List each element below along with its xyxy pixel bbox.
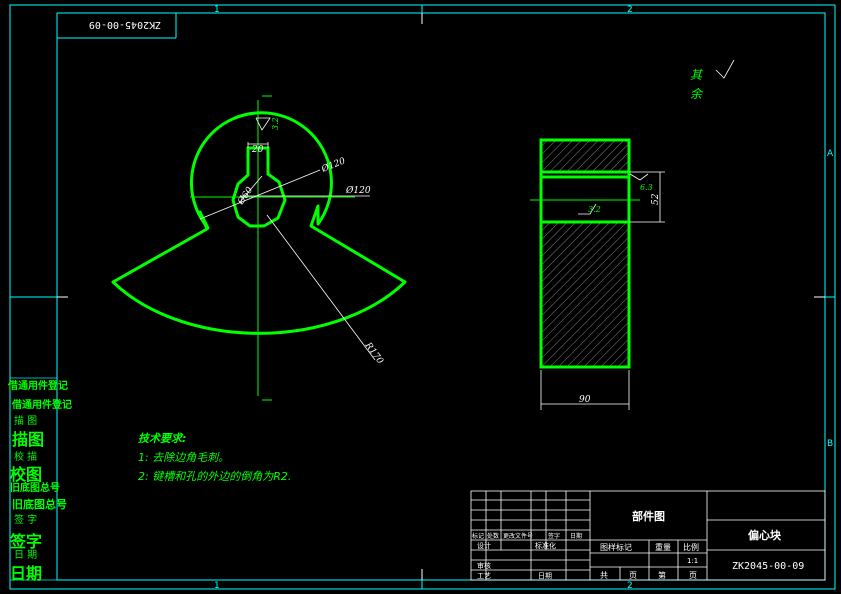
change-header-mark: 标记	[472, 532, 484, 540]
change-header-sign: 签字	[548, 532, 560, 540]
dim-key-height: 52	[651, 193, 661, 205]
drawing-number-label: ZK2045-00-09	[732, 561, 804, 572]
header-scale: 比例	[683, 542, 699, 552]
scale-value: 1:1	[687, 557, 698, 565]
sheet-total-label: 共	[600, 571, 608, 580]
zone-right-a: A	[827, 149, 834, 159]
zone-bottom-2: 2	[627, 581, 633, 591]
part-type-label: 部件图	[632, 509, 665, 523]
stamp-item-0: 借通用件登记	[7, 379, 68, 392]
role-standard: 标准化	[535, 541, 556, 550]
stamp-item-3: 描图	[12, 430, 44, 449]
stamp-item-10: 日 期	[14, 549, 37, 561]
header-sample-mark: 图样标记	[600, 542, 632, 552]
role-process: 工艺	[477, 572, 491, 580]
roughness-rest-line1: 其	[690, 68, 704, 82]
header-weight: 重量	[655, 542, 671, 552]
stamp-item-9: 签字	[9, 532, 42, 551]
zone-bottom-1: 1	[214, 581, 220, 591]
stamp-item-5: 校图	[10, 465, 42, 484]
role-date: 日期	[538, 572, 552, 580]
zone-right-b: B	[827, 439, 833, 449]
role-check: 审核	[477, 561, 491, 570]
change-header-file: 更改文件号	[503, 532, 533, 540]
rotated-drawing-number: ZK2045-00-09	[89, 19, 161, 30]
stamp-item-7: 旧底图总号	[12, 497, 67, 511]
roughness-top: 3.2	[271, 117, 280, 130]
dim-key-width: 20	[251, 145, 264, 155]
tech-title: 技术要求:	[138, 432, 186, 445]
part-name-label: 偏心块	[748, 528, 782, 542]
change-header-date: 日期	[570, 532, 582, 540]
sheet-page-label-1: 页	[629, 571, 637, 580]
zone-top-2: 2	[627, 5, 633, 15]
cad-drawing-sheet: 1 2 1 2 A B ZK2045-00-09 20 Ø60 Ø120 Ø12…	[0, 0, 841, 594]
roughness-keyway: 6.3	[640, 183, 653, 192]
stamp-item-1: 借通用件登记	[11, 398, 72, 411]
roughness-bore: 3.2	[588, 205, 601, 214]
tech-item-2: 2: 键槽和孔的外边的倒角为R2.	[138, 470, 291, 483]
dim-width: 90	[579, 395, 591, 405]
stamp-item-8: 签 字	[14, 513, 37, 526]
sheet-page-label-2: 页	[689, 571, 697, 580]
stamp-item-11: 日期	[10, 564, 42, 583]
sheet-current-label: 第	[658, 570, 666, 580]
dim-outer-2: Ø120	[345, 185, 371, 196]
stamp-item-4: 校 描	[14, 450, 37, 463]
role-design: 设计	[477, 541, 491, 550]
stamp-item-6: 旧底图总号	[10, 481, 60, 494]
roughness-rest-line2: 余	[690, 87, 704, 101]
tech-item-1: 1: 去除边角毛刺。	[138, 451, 229, 464]
zone-top-1: 1	[214, 5, 220, 15]
change-header-count: 处数	[487, 532, 499, 540]
stamp-item-2: 描 图	[14, 414, 37, 427]
